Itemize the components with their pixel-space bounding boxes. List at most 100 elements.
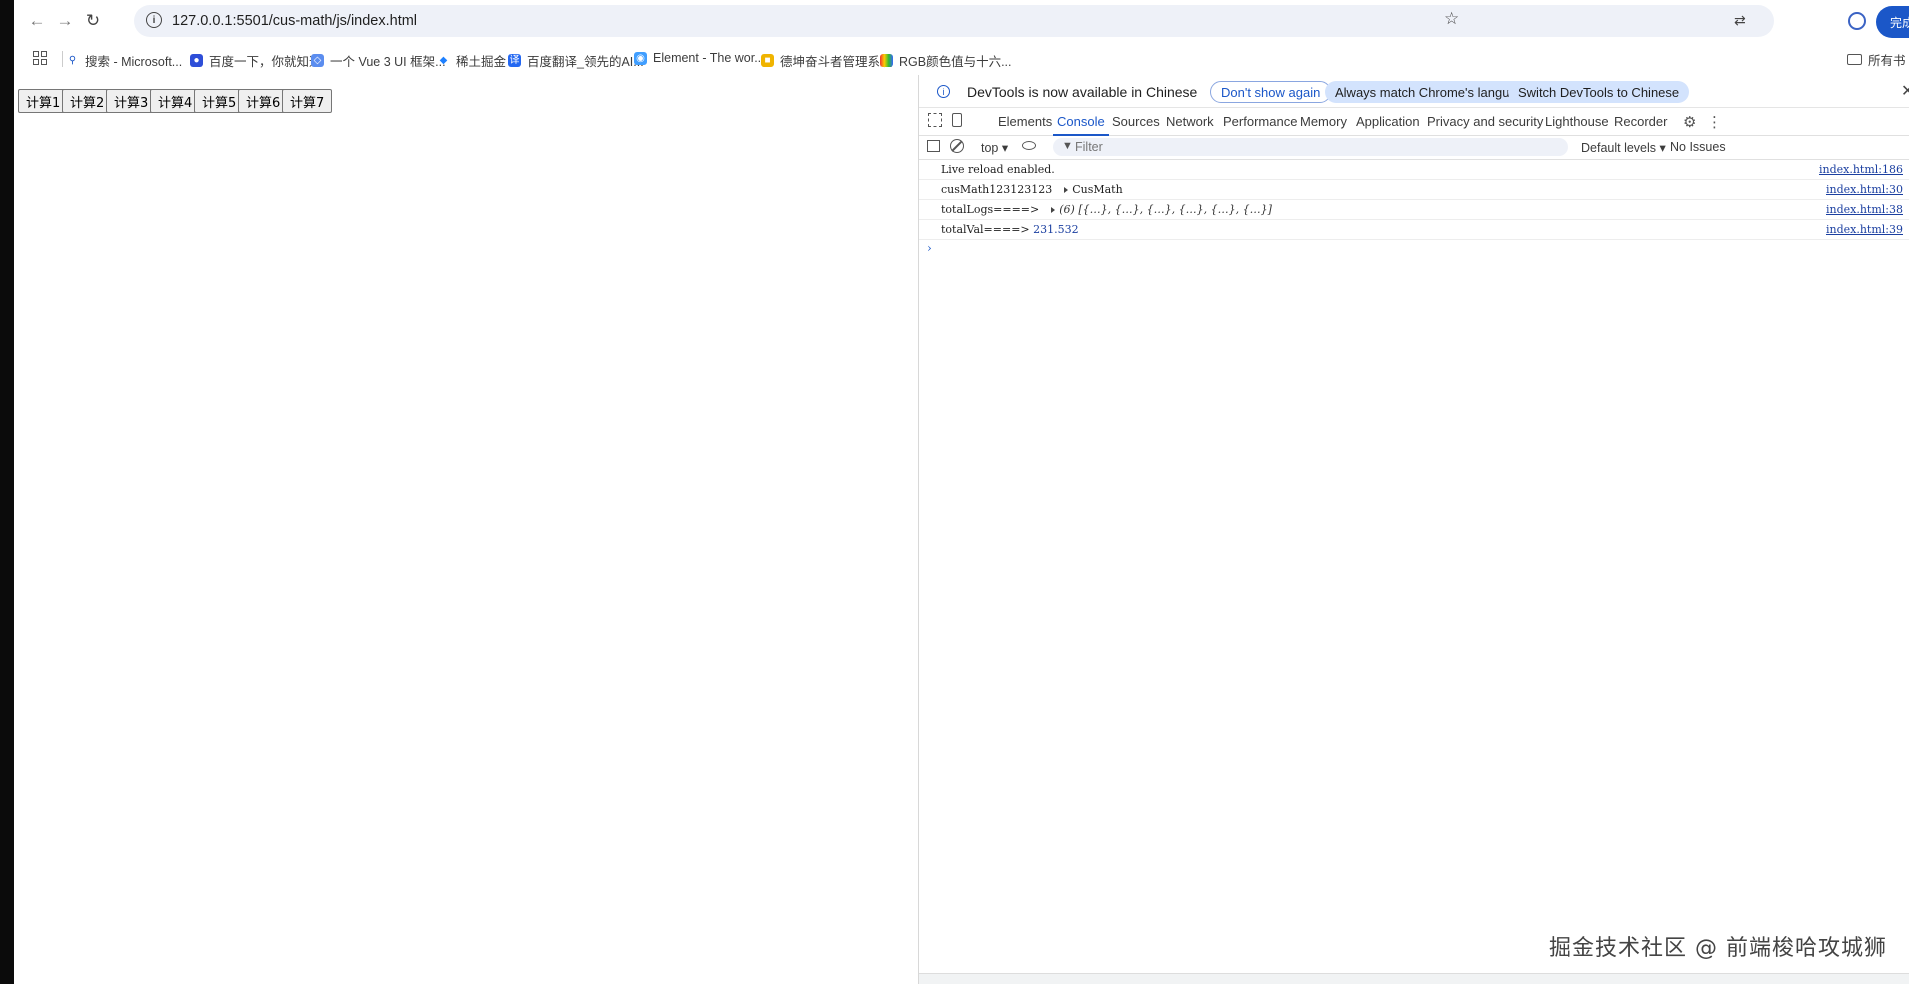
console-toolbar: top ▾ ▼ Filter Default levels ▾ No Issue… xyxy=(919,135,1909,160)
console-output: Live reload enabled. index.html:186 cusM… xyxy=(919,160,1909,255)
tab-lighthouse[interactable]: Lighthouse xyxy=(1545,114,1609,129)
tab-application[interactable]: Application xyxy=(1356,114,1420,129)
reload-icon[interactable]: ↻ xyxy=(80,8,106,34)
tab-privacy-security[interactable]: Privacy and security xyxy=(1427,114,1543,129)
bookmark-label: 一个 Vue 3 UI 框架... xyxy=(330,55,446,69)
all-bookmarks-label: 所有书 xyxy=(1868,54,1906,68)
update-button[interactable]: 完成更新 xyxy=(1876,6,1909,38)
more-options-icon[interactable]: ⋮ xyxy=(1707,113,1722,131)
calc-button-7[interactable]: 计算7 xyxy=(282,89,333,113)
live-expression-eye-icon[interactable] xyxy=(1022,141,1036,150)
element-icon: ◉ xyxy=(634,51,647,65)
forward-icon[interactable]: → xyxy=(52,8,78,34)
back-icon[interactable]: ← xyxy=(24,8,50,34)
filter-icon: ▼ xyxy=(1062,140,1073,152)
juejin-icon: ◆ xyxy=(439,55,448,66)
log-message: totalLogs====> xyxy=(941,203,1040,216)
console-log-row: totalLogs====> (6) [{…}, {…}, {…}, {…}, {… xyxy=(919,200,1909,220)
log-message: cusMath123123123 xyxy=(941,183,1053,196)
bookmarks-divider xyxy=(62,51,63,67)
calc-button-4[interactable]: 计算4 xyxy=(150,89,201,113)
bookmark-item[interactable]: ■ 德坤奋斗者管理系统 xyxy=(761,51,893,70)
baidu-icon: ● xyxy=(190,54,203,67)
bookmark-label: 德坤奋斗者管理系统 xyxy=(780,55,893,69)
log-message: totalVal====> xyxy=(941,223,1030,236)
left-edge-strip xyxy=(0,0,14,984)
bookmark-item[interactable]: ◇ 一个 Vue 3 UI 框架... xyxy=(311,51,446,70)
address-bar[interactable]: i 127.0.0.1:5501/cus-math/js/index.html … xyxy=(134,5,1774,37)
log-number-value: 231.532 xyxy=(1033,223,1079,236)
log-line: totalLogs====> (6) [{…}, {…}, {…}, {…}, {… xyxy=(941,203,1272,216)
show-sidebar-icon[interactable] xyxy=(927,140,940,152)
tab-performance[interactable]: Performance xyxy=(1223,114,1297,129)
expand-triangle-icon[interactable] xyxy=(1064,187,1069,193)
bookmark-item[interactable]: ◉ Element - The wor... xyxy=(634,51,765,65)
console-filter-input[interactable]: ▼ Filter xyxy=(1053,138,1568,156)
calc-button-2[interactable]: 计算2 xyxy=(62,89,113,113)
banner-message: DevTools is now available in Chinese xyxy=(967,84,1198,100)
browser-toolbar: ← → ↻ i 127.0.0.1:5501/cus-math/js/index… xyxy=(14,0,1909,42)
calc-button-3[interactable]: 计算3 xyxy=(106,89,157,113)
all-bookmarks-folder[interactable]: 所有书 xyxy=(1847,50,1906,69)
info-icon: i xyxy=(937,85,950,98)
tab-recorder[interactable]: Recorder xyxy=(1614,114,1667,129)
vue-icon: ◇ xyxy=(311,54,324,67)
gear-icon[interactable]: ⚙ xyxy=(1683,113,1697,131)
tab-network[interactable]: Network xyxy=(1166,114,1214,129)
tab-sources[interactable]: Sources xyxy=(1112,114,1160,129)
bookmark-item[interactable]: ◆ 稀土掘金 xyxy=(437,51,506,70)
bookmark-item[interactable]: ⚲ 搜索 - Microsoft... xyxy=(66,51,182,70)
translate-icon[interactable]: ⇄ xyxy=(1734,12,1752,30)
profile-icon[interactable] xyxy=(1848,12,1866,30)
tab-console[interactable]: Console xyxy=(1053,114,1109,136)
dont-show-again-button[interactable]: Don't show again xyxy=(1210,81,1332,103)
translate-icon: 译 xyxy=(508,54,521,67)
switch-to-chinese-button[interactable]: Switch DevTools to Chinese xyxy=(1508,81,1690,103)
log-line: totalVal====> 231.532 xyxy=(941,223,1079,236)
devtools-tab-bar: Elements Console Sources Network Perform… xyxy=(919,107,1909,136)
log-source-link[interactable]: index.html:186 xyxy=(1819,163,1903,176)
device-toolbar-icon[interactable] xyxy=(952,113,962,127)
calc-button-1[interactable]: 计算1 xyxy=(18,89,69,113)
watermark-text: 掘金技术社区 @ 前端梭哈攻城狮 xyxy=(1549,936,1887,961)
log-array-value[interactable]: (6) [{…}, {…}, {…}, {…}, {…}, {…}] xyxy=(1059,203,1272,216)
bookmark-star-icon[interactable]: ☆ xyxy=(1444,9,1459,29)
calc-button-6[interactable]: 计算6 xyxy=(238,89,289,113)
log-source-link[interactable]: index.html:39 xyxy=(1826,223,1903,236)
log-source-link[interactable]: index.html:38 xyxy=(1826,203,1903,216)
console-log-row: totalVal====> 231.532 index.html:39 xyxy=(919,220,1909,240)
url-text[interactable]: 127.0.0.1:5501/cus-math/js/index.html xyxy=(172,13,417,29)
calc-button-5[interactable]: 计算5 xyxy=(194,89,245,113)
tab-elements[interactable]: Elements xyxy=(998,114,1052,129)
inspect-element-icon[interactable] xyxy=(928,113,942,127)
bookmark-label: 百度一下，你就知道 xyxy=(209,55,322,69)
filter-placeholder: Filter xyxy=(1075,140,1103,154)
bookmark-item[interactable]: 译百度翻译_领先的AI... xyxy=(508,51,644,70)
site-info-icon[interactable]: i xyxy=(146,12,162,28)
search-icon: ⚲ xyxy=(68,55,77,66)
devtools-panel: i DevTools is now available in Chinese D… xyxy=(919,75,1909,984)
clear-console-icon[interactable] xyxy=(950,139,964,153)
bookmark-label: Element - The wor... xyxy=(653,51,765,65)
drawer-bar xyxy=(919,973,1909,984)
console-prompt[interactable]: › xyxy=(927,241,932,255)
issues-counter[interactable]: No Issues xyxy=(1670,140,1726,154)
log-levels-dropdown[interactable]: Default levels ▾ xyxy=(1581,140,1666,155)
bookmark-label: 搜索 - Microsoft... xyxy=(85,55,183,69)
context-selector[interactable]: top ▾ xyxy=(981,140,1008,155)
log-line: cusMath123123123 CusMath xyxy=(941,183,1123,196)
apps-grid-icon[interactable] xyxy=(33,51,47,65)
bookmarks-bar: ⚲ 搜索 - Microsoft... ● 百度一下，你就知道 ◇ 一个 Vue 3 … xyxy=(14,42,1909,75)
close-icon[interactable]: ✕ xyxy=(1901,81,1909,101)
folder-icon: ■ xyxy=(761,54,774,67)
log-object-value[interactable]: CusMath xyxy=(1072,183,1122,196)
folder-icon xyxy=(1847,54,1862,65)
bookmark-item[interactable]: ● 百度一下，你就知道 xyxy=(190,51,322,70)
log-source-link[interactable]: index.html:30 xyxy=(1826,183,1903,196)
console-log-row: cusMath123123123 CusMath index.html:30 xyxy=(919,180,1909,200)
bookmark-item[interactable]: RGB颜色值与十六... xyxy=(880,51,1012,70)
expand-triangle-icon[interactable] xyxy=(1051,207,1056,213)
log-message: Live reload enabled. xyxy=(941,163,1055,176)
tab-memory[interactable]: Memory xyxy=(1300,114,1347,129)
language-banner: i DevTools is now available in Chinese D… xyxy=(919,75,1909,108)
